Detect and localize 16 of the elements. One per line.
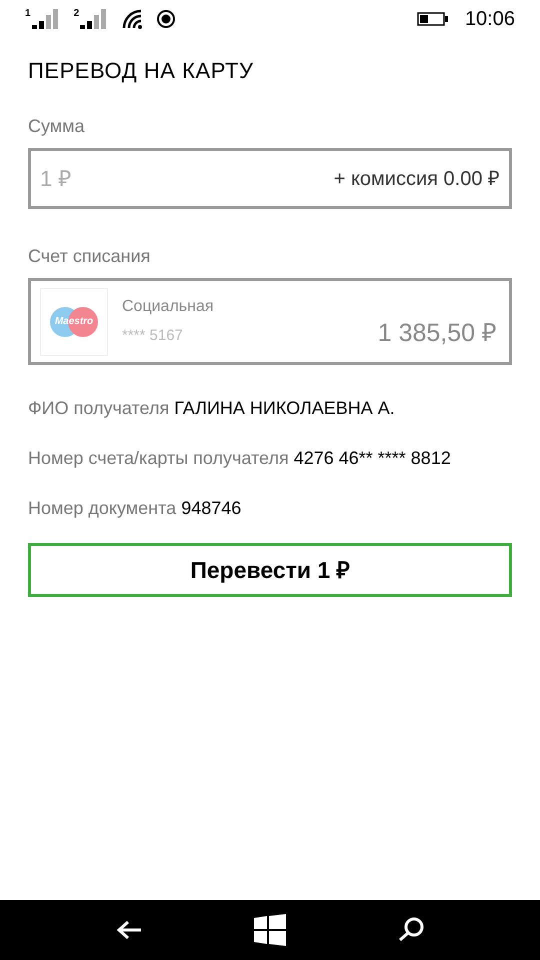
card-number: **** 5167 bbox=[122, 326, 184, 346]
detail-text: Номер счета/карты получателя 4276 46** **** 8812 bbox=[28, 447, 452, 470]
page-title: ПЕРЕВОД НА КАРТУ bbox=[28, 57, 254, 85]
detail-text: ФИО получателя ГАЛИНА НИКОЛАЕВНА А. bbox=[28, 397, 396, 420]
field-label: Сумма bbox=[28, 115, 86, 138]
commission-text: + комиссия 0.00 ₽ bbox=[334, 166, 500, 192]
account-name: Социальная bbox=[122, 297, 214, 318]
account-balance: 1 385,50 ₽ bbox=[378, 318, 497, 348]
amount-input[interactable]: 1 ₽ bbox=[40, 162, 326, 195]
field-label: Счет списания bbox=[28, 245, 152, 268]
sim-label: 1 bbox=[25, 9, 31, 19]
amount-field[interactable]: 1 ₽ + комиссия 0.00 ₽ bbox=[28, 148, 512, 209]
transfer-button[interactable]: Перевести 1 ₽ bbox=[28, 543, 512, 597]
clock-time: 10:06 bbox=[464, 7, 515, 32]
detail-text: Номер документа 948746 bbox=[28, 497, 242, 520]
sim-label: 2 bbox=[74, 9, 80, 19]
